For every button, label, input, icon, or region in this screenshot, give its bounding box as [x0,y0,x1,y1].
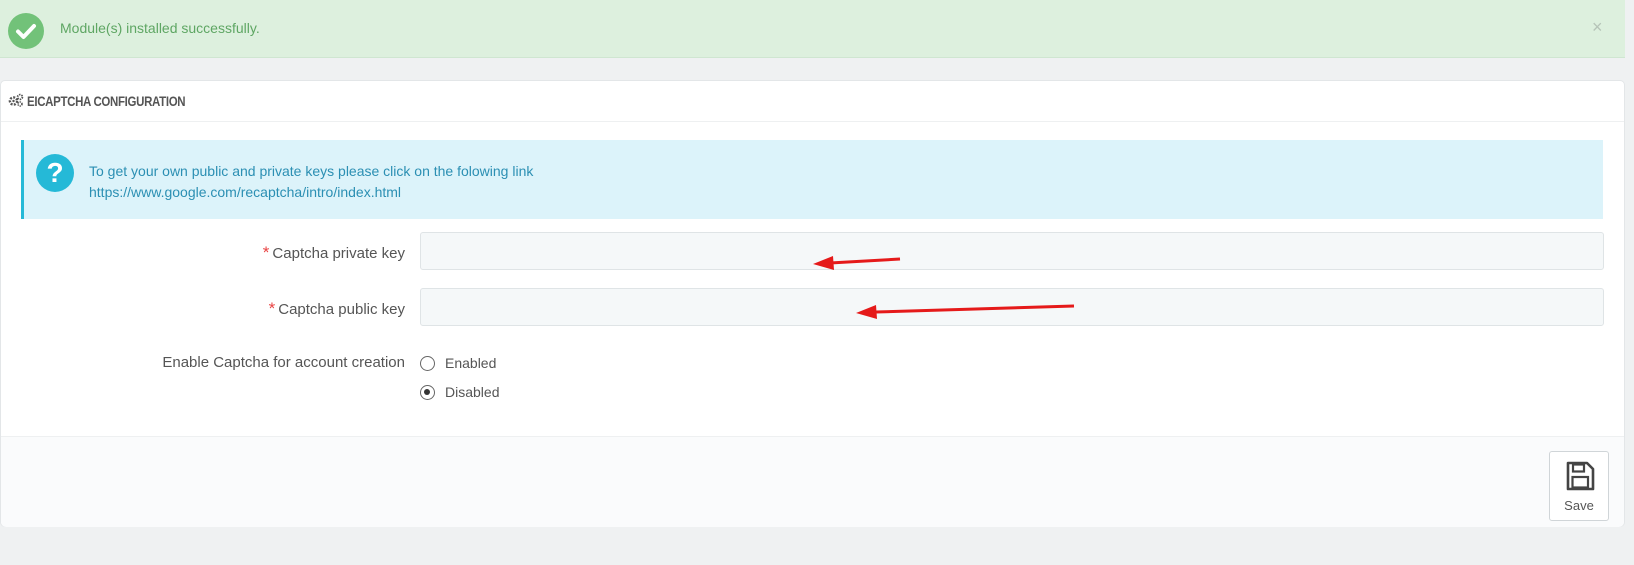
recaptcha-link[interactable]: https://www.google.com/recaptcha/intro/i… [89,184,401,200]
account-creation-label: Enable Captcha for account creation [162,354,405,371]
success-message: Module(s) installed successfully. [60,20,260,36]
public-key-label: * Captcha public key [268,299,405,318]
panel-title: EICAPTCHA CONFIGURATION [27,93,186,109]
question-circle-icon: ? [36,154,74,192]
info-alert: ? To get your own public and private key… [21,140,1603,219]
panel-heading: EICAPTCHA CONFIGURATION [1,81,1624,122]
required-mark: * [268,299,276,318]
radio-disabled-label: Disabled [445,384,500,400]
radio-enabled-circle[interactable] [420,355,435,371]
check-circle-icon [8,13,44,49]
cogs-icon [8,93,24,112]
radio-disabled-circle[interactable] [420,384,435,400]
save-label: Save [1564,498,1594,513]
success-alert: Module(s) installed successfully. × [0,0,1625,58]
radio-disabled[interactable]: Disabled [420,382,499,402]
private-key-input[interactable] [420,232,1604,270]
required-mark: * [262,243,270,262]
radio-enabled[interactable]: Enabled [420,353,496,373]
private-key-label: * Captcha private key [262,243,405,262]
radio-enabled-label: Enabled [445,355,497,371]
panel-footer [1,436,1624,527]
config-panel: EICAPTCHA CONFIGURATION ? To get your ow… [0,80,1625,527]
public-key-input[interactable] [420,288,1604,326]
save-button[interactable]: Save [1549,451,1609,521]
close-icon[interactable]: × [1592,18,1603,36]
info-text: To get your own public and private keys … [89,163,534,179]
